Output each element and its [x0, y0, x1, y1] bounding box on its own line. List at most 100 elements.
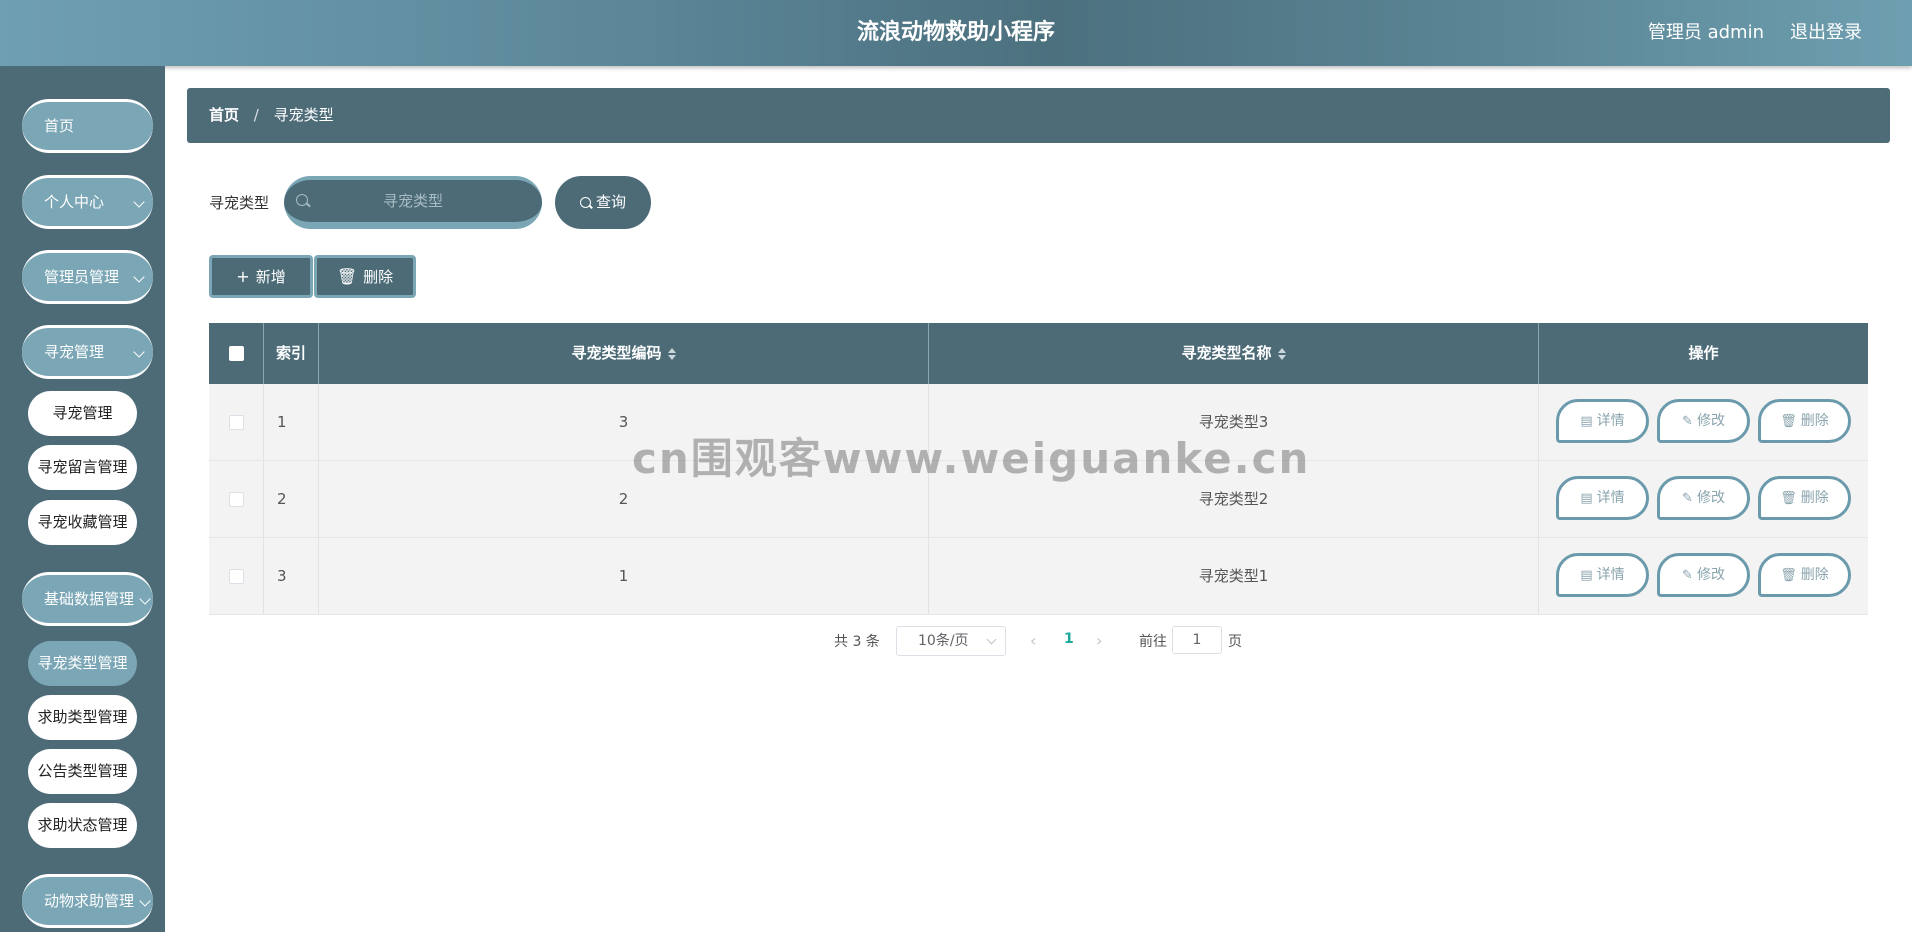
logout-link[interactable]: 退出登录: [1790, 0, 1862, 66]
edit-label: 修改: [1696, 567, 1725, 583]
add-button-label: 新增: [255, 268, 286, 286]
plus-icon: +: [236, 267, 250, 286]
sort-icon[interactable]: [667, 347, 676, 361]
breadcrumb-current: 寻宠类型: [273, 106, 334, 124]
breadcrumb-home[interactable]: 首页: [209, 106, 239, 124]
sidebar-item-base-data[interactable]: 基础数据管理: [22, 572, 153, 626]
sidebar-subitem-help-type[interactable]: 求助类型管理: [28, 695, 137, 740]
sidebar-item-label: 基础数据管理: [44, 590, 135, 608]
sidebar-item-pet[interactable]: 寻宠管理: [22, 325, 153, 379]
add-button[interactable]: + 新增: [209, 255, 313, 298]
table-row: 3 1 寻宠类型1 ▤ 详情 ✎ 修改 🗑 删除: [209, 538, 1868, 615]
batch-delete-button[interactable]: 🗑 删除: [314, 255, 416, 298]
chevron-down-icon: [133, 196, 145, 208]
trash-icon: 🗑: [1780, 414, 1797, 429]
pagination-total: 共 3 条: [834, 634, 880, 650]
header-index: 索引: [264, 323, 319, 384]
sidebar-subitem-notice-type[interactable]: 公告类型管理: [28, 749, 137, 794]
row-index: 1: [264, 384, 319, 460]
pencil-icon: ✎: [1682, 568, 1693, 583]
query-button-label: 查询: [595, 193, 626, 211]
watermark: cn围观客www.weiguanke.cn: [632, 434, 1311, 483]
chevron-down-icon: [139, 593, 151, 605]
sidebar-item-personal[interactable]: 个人中心: [22, 175, 153, 229]
sidebar-subitem-pet-message[interactable]: 寻宠留言管理: [28, 445, 137, 490]
page-number[interactable]: 1: [1064, 631, 1074, 647]
row-checkbox-cell: [209, 384, 264, 460]
row-checkbox[interactable]: [228, 569, 244, 584]
current-user: 管理员 admin: [1647, 22, 1764, 43]
prev-page-icon[interactable]: ‹: [1030, 631, 1036, 650]
sidebar-item-label: 个人中心: [44, 193, 105, 211]
detail-button[interactable]: ▤ 详情: [1556, 399, 1649, 443]
delete-label: 删除: [1800, 413, 1829, 429]
row-checkbox[interactable]: [228, 492, 244, 507]
chevron-down-icon: [139, 895, 151, 907]
select-all-cell: [209, 323, 264, 384]
trash-icon: 🗑: [1780, 491, 1797, 506]
app-title: 流浪动物救助小程序: [856, 20, 1055, 45]
breadcrumb: 首页 / 寻宠类型: [187, 88, 1890, 143]
sidebar-item-label: 管理员管理: [44, 268, 120, 286]
header-name-label: 寻宠类型名称: [1181, 344, 1272, 362]
query-button[interactable]: 查询: [555, 176, 651, 229]
select-all-checkbox[interactable]: [228, 346, 244, 361]
row-ops: ▤ 详情 ✎ 修改 🗑 删除: [1539, 461, 1868, 537]
sidebar-item-home[interactable]: 首页: [22, 99, 153, 153]
search-icon: [579, 197, 591, 208]
detail-label: 详情: [1596, 413, 1625, 429]
document-icon: ▤: [1580, 568, 1593, 583]
breadcrumb-separator: /: [253, 106, 259, 124]
edit-button[interactable]: ✎ 修改: [1657, 553, 1750, 597]
edit-label: 修改: [1696, 490, 1725, 506]
sidebar-subitem-help-status[interactable]: 求助状态管理: [28, 803, 137, 848]
detail-button[interactable]: ▤ 详情: [1556, 553, 1649, 597]
search-input[interactable]: [284, 180, 542, 222]
row-index: 2: [264, 461, 319, 537]
goto-page-input[interactable]: [1172, 626, 1222, 654]
row-code: 1: [319, 538, 929, 614]
pagination: 共 3 条 10条/页 ‹ 1 › 前往 页: [0, 626, 1912, 656]
trash-icon: 🗑: [336, 267, 358, 286]
edit-label: 修改: [1696, 413, 1725, 429]
search-label: 寻宠类型: [209, 194, 270, 212]
sidebar-item-admin[interactable]: 管理员管理: [22, 250, 153, 304]
chevron-down-icon: [133, 346, 145, 358]
pencil-icon: ✎: [1682, 414, 1693, 429]
search-field[interactable]: [284, 176, 542, 229]
document-icon: ▤: [1580, 491, 1593, 506]
header-name[interactable]: 寻宠类型名称: [929, 323, 1539, 384]
row-checkbox[interactable]: [228, 415, 244, 430]
sidebar-item-animal-help[interactable]: 动物求助管理: [22, 874, 153, 928]
sidebar-subitem-pet[interactable]: 寻宠管理: [28, 391, 137, 436]
page-unit-label: 页: [1228, 634, 1242, 650]
sidebar: 首页 个人中心 管理员管理 寻宠管理 寻宠管理 寻宠留言管理 寻宠收藏管理 基础…: [0, 66, 165, 932]
sidebar-item-label: 寻宠管理: [44, 343, 105, 361]
delete-button[interactable]: 🗑 删除: [1758, 476, 1851, 520]
edit-button[interactable]: ✎ 修改: [1657, 476, 1750, 520]
next-page-icon[interactable]: ›: [1096, 631, 1102, 650]
row-ops: ▤ 详情 ✎ 修改 🗑 删除: [1539, 538, 1868, 614]
page-size-select[interactable]: 10条/页: [896, 626, 1006, 656]
detail-button[interactable]: ▤ 详情: [1556, 476, 1649, 520]
header-code[interactable]: 寻宠类型编码: [319, 323, 929, 384]
document-icon: ▤: [1580, 414, 1593, 429]
chevron-down-icon: [133, 271, 145, 283]
delete-button[interactable]: 🗑 删除: [1758, 399, 1851, 443]
top-header: 流浪动物救助小程序 管理员 admin 退出登录: [0, 0, 1912, 66]
delete-label: 删除: [1800, 490, 1829, 506]
goto-label: 前往: [1139, 634, 1167, 650]
edit-button[interactable]: ✎ 修改: [1657, 399, 1750, 443]
table-header: 索引 寻宠类型编码 寻宠类型名称 操作: [209, 323, 1868, 384]
row-checkbox-cell: [209, 538, 264, 614]
page-size-value: 10条/页: [918, 633, 969, 649]
header-code-label: 寻宠类型编码: [571, 344, 662, 362]
row-ops: ▤ 详情 ✎ 修改 🗑 删除: [1539, 384, 1868, 460]
sidebar-item-label: 动物求助管理: [44, 892, 135, 910]
sidebar-item-label: 首页: [44, 117, 75, 135]
delete-button-label: 删除: [363, 268, 394, 286]
detail-label: 详情: [1596, 567, 1625, 583]
sidebar-subitem-pet-favorite[interactable]: 寻宠收藏管理: [28, 500, 137, 545]
delete-button[interactable]: 🗑 删除: [1758, 553, 1851, 597]
sort-icon[interactable]: [1277, 347, 1286, 361]
